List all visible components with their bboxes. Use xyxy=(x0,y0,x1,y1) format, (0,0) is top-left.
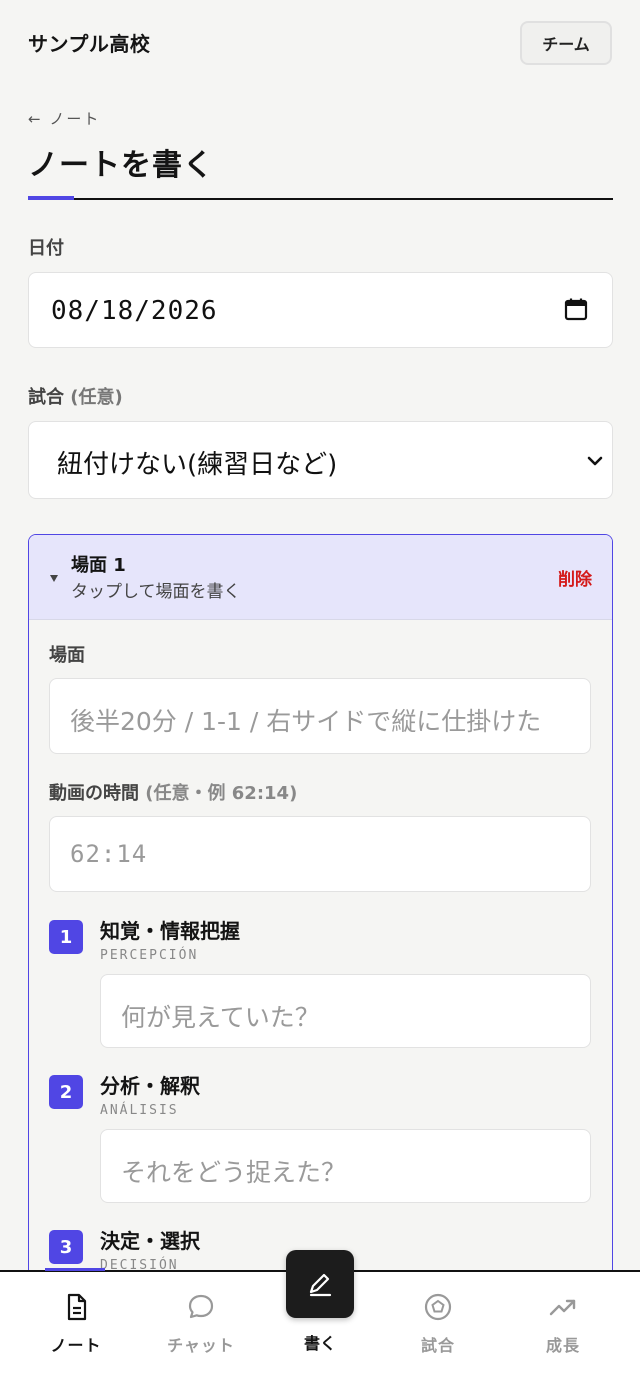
page-title: ノートを書く xyxy=(28,148,214,183)
match-select-value: 紐付けない(練習日など) xyxy=(57,450,338,480)
collapse-triangle-icon xyxy=(50,575,58,582)
step-title: 分析・解釈 xyxy=(100,1074,200,1098)
document-icon xyxy=(67,1293,87,1321)
tab-growth[interactable]: 成長 xyxy=(499,1272,627,1381)
step-number-badge: 1 xyxy=(49,920,83,954)
tab-notes[interactable]: ノート xyxy=(12,1272,140,1381)
step-subtitle: PERCEPCIÓN xyxy=(100,948,199,963)
calendar-icon[interactable] xyxy=(564,297,588,321)
match-select[interactable]: 紐付けない(練習日など) xyxy=(28,421,613,499)
analysis-input[interactable]: それをどう捉えた？ xyxy=(100,1129,591,1203)
step-title: 知覚・情報把握 xyxy=(100,919,240,943)
scene-card: 場面 1 タップして場面を書く 削除 場面 後半20分 / 1-1 / 右サイド… xyxy=(28,534,613,1334)
tab-match-label: 試合 xyxy=(420,1336,455,1355)
perception-placeholder: 何が見えていた？ xyxy=(121,1003,320,1032)
back-link[interactable]: ← ノート xyxy=(28,108,100,129)
step-subtitle: ANÁLISIS xyxy=(100,1103,179,1118)
analysis-placeholder: それをどう捉えた？ xyxy=(121,1158,347,1187)
video-time-label-text: 動画の時間 xyxy=(49,783,139,804)
video-time-label: 動画の時間 (任意・例 62:14) xyxy=(49,779,297,805)
app-header: サンプル高校 チーム xyxy=(0,0,640,84)
tab-chat[interactable]: チャット xyxy=(137,1272,265,1381)
video-time-hint: (任意・例 62:14) xyxy=(145,783,298,804)
write-note-button[interactable] xyxy=(286,1250,354,1318)
active-tab-indicator xyxy=(45,1268,105,1271)
scene-description-placeholder: 後半20分 / 1-1 / 右サイドで縦に仕掛けた xyxy=(70,707,542,736)
chat-bubble-icon xyxy=(188,1294,214,1319)
title-accent-bar xyxy=(28,196,74,200)
video-time-placeholder: 62:14 xyxy=(70,840,148,868)
step-number-badge: 2 xyxy=(49,1075,83,1109)
scene-subtitle: タップして場面を書く xyxy=(71,582,241,602)
tab-write-label: 書く xyxy=(303,1334,336,1353)
video-time-input[interactable]: 62:14 xyxy=(49,816,591,892)
match-optional-hint: (任意) xyxy=(70,387,123,408)
scene-header[interactable]: 場面 1 タップして場面を書く 削除 xyxy=(29,535,612,620)
step-title: 決定・選択 xyxy=(100,1229,200,1253)
step-number-badge: 3 xyxy=(49,1230,83,1264)
team-button[interactable]: チーム xyxy=(520,21,612,65)
soccer-ball-icon xyxy=(424,1293,452,1321)
scene-field-label: 場面 xyxy=(49,645,85,666)
tab-match[interactable]: 試合 xyxy=(374,1272,502,1381)
tab-notes-label: ノート xyxy=(50,1336,102,1355)
match-label-text: 試合 xyxy=(28,387,64,408)
title-divider xyxy=(28,198,613,200)
date-input[interactable]: 08/18/2026 xyxy=(28,272,613,348)
tab-growth-label: 成長 xyxy=(545,1336,580,1355)
match-label: 試合 (任意) xyxy=(28,383,123,409)
delete-scene-button[interactable]: 削除 xyxy=(558,565,592,590)
trending-up-icon xyxy=(549,1299,576,1316)
scene-description-input[interactable]: 後半20分 / 1-1 / 右サイドで縦に仕掛けた xyxy=(49,678,591,754)
chevron-down-icon xyxy=(587,456,603,466)
perception-input[interactable]: 何が見えていた？ xyxy=(100,974,591,1048)
date-value: 08/18/2026 xyxy=(51,296,218,326)
school-name: サンプル高校 xyxy=(28,32,151,56)
tab-chat-label: チャット xyxy=(167,1336,235,1355)
pencil-icon xyxy=(309,1273,332,1297)
date-label: 日付 xyxy=(28,238,64,259)
scene-title: 場面 1 xyxy=(71,555,126,576)
